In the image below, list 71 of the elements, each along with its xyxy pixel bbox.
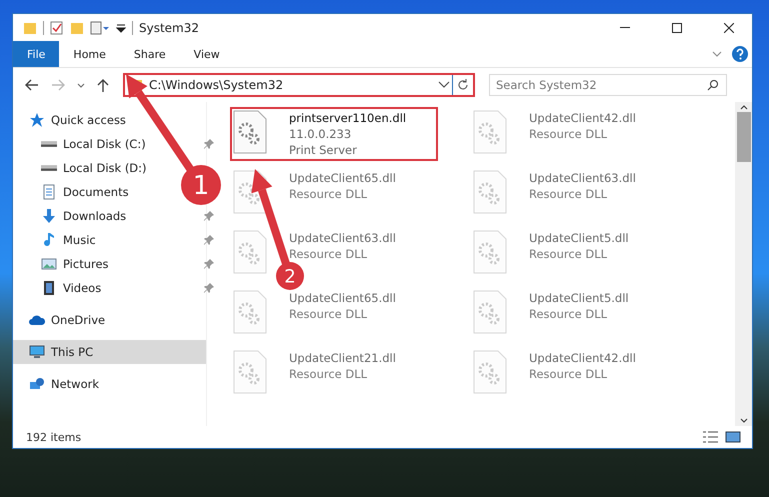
close-icon bbox=[724, 22, 734, 32]
file-name[interactable]: UpdateClient5.dll bbox=[529, 230, 629, 246]
drive-icon bbox=[41, 141, 57, 147]
file-description: Resource DLL bbox=[529, 366, 608, 382]
search-field[interactable]: Search System32 bbox=[489, 74, 727, 96]
ribbon-tab[interactable]: Home bbox=[59, 41, 120, 67]
gear-file-icon bbox=[473, 230, 507, 274]
monitor-icon bbox=[29, 344, 45, 360]
gear-file-icon bbox=[473, 110, 507, 154]
gear-file-icon bbox=[233, 230, 267, 274]
window-title: System32 bbox=[139, 20, 200, 34]
file-version: 11.0.0.233 bbox=[289, 126, 352, 142]
navigation-item[interactable]: Pictures bbox=[63, 257, 109, 271]
file-name[interactable]: UpdateClient63.dll bbox=[529, 170, 636, 186]
file-description: Print Server bbox=[289, 142, 358, 158]
maximize-icon bbox=[672, 22, 682, 32]
file-name[interactable]: UpdateClient21.dll bbox=[289, 350, 396, 366]
properties-icon[interactable] bbox=[50, 20, 64, 34]
file-description: Resource DLL bbox=[529, 306, 608, 322]
address-path: C:\Windows\System32 bbox=[148, 78, 284, 92]
navigation-item[interactable]: Music bbox=[63, 233, 96, 247]
file-description: Resource DLL bbox=[289, 366, 368, 382]
download-arrow-icon bbox=[41, 208, 57, 224]
selected-file-item[interactable]: printserver110en.dll 11.0.0.233 Print Server bbox=[230, 107, 438, 161]
navigation-item[interactable]: Network bbox=[51, 377, 100, 391]
navigation-item[interactable]: Videos bbox=[63, 281, 102, 295]
gear-file-icon bbox=[233, 290, 267, 334]
gear-file-icon bbox=[473, 350, 507, 394]
ribbon-tab[interactable]: Share bbox=[120, 41, 180, 67]
star-icon bbox=[29, 112, 45, 128]
file-name[interactable]: UpdateClient42.dll bbox=[529, 350, 636, 366]
drive-icon bbox=[41, 165, 57, 171]
search-icon bbox=[707, 79, 719, 91]
film-icon bbox=[41, 280, 57, 296]
navigation-item[interactable]: Local Disk (C:) bbox=[63, 137, 146, 151]
large-icons-view-icon[interactable] bbox=[724, 430, 742, 444]
ribbon-tab[interactable]: File bbox=[13, 41, 60, 67]
file-name[interactable]: UpdateClient65.dll bbox=[289, 170, 396, 186]
file-description: Resource DLL bbox=[529, 246, 608, 262]
details-view-icon[interactable] bbox=[702, 430, 720, 444]
navigation-item[interactable]: Downloads bbox=[63, 209, 126, 223]
item-count: 192 items bbox=[26, 430, 82, 444]
ribbon-tab[interactable]: View bbox=[180, 41, 234, 67]
scrollbar-thumb[interactable] bbox=[736, 112, 750, 162]
navigation-item[interactable]: Local Disk (D:) bbox=[63, 161, 147, 175]
file-name[interactable]: UpdateClient63.dll bbox=[289, 230, 396, 246]
file-description: Resource DLL bbox=[289, 306, 368, 322]
customize-toolbar-icon[interactable] bbox=[90, 20, 110, 34]
navigation-item[interactable]: This PC bbox=[13, 340, 206, 364]
document-icon bbox=[41, 184, 57, 200]
gear-file-icon bbox=[233, 350, 267, 394]
file-description: Resource DLL bbox=[289, 246, 368, 262]
picture-icon bbox=[41, 256, 57, 272]
file-description: Resource DLL bbox=[289, 186, 368, 202]
gear-file-icon bbox=[473, 170, 507, 214]
network-icon bbox=[29, 376, 45, 392]
file-name[interactable]: UpdateClient42.dll bbox=[529, 110, 636, 126]
navigation-item[interactable]: Documents bbox=[63, 185, 129, 199]
scrollbar[interactable] bbox=[735, 102, 752, 426]
dropdown-icon[interactable] bbox=[116, 22, 126, 32]
navigation-item[interactable]: OneDrive bbox=[51, 313, 106, 327]
file-description: Resource DLL bbox=[529, 186, 608, 202]
gear-file-icon bbox=[473, 290, 507, 334]
navigation-item[interactable]: Quick access bbox=[51, 113, 126, 127]
file-description: Resource DLL bbox=[529, 126, 608, 142]
file-name[interactable]: UpdateClient65.dll bbox=[289, 290, 396, 306]
minimize-icon bbox=[620, 27, 630, 28]
file-name[interactable]: printserver110en.dll bbox=[289, 110, 406, 126]
file-name[interactable]: UpdateClient5.dll bbox=[529, 290, 629, 306]
gear-file-icon bbox=[233, 110, 267, 154]
music-note-icon bbox=[41, 232, 57, 248]
